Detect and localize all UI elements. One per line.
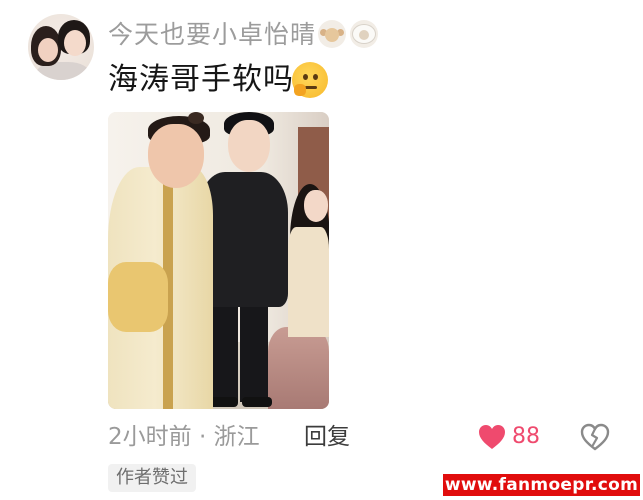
comment-item: 今天也要小卓怡晴 海涛哥手软吗 2小时前 · 浙江 回复 88 作者赞过 — [0, 0, 643, 500]
reply-button[interactable]: 回复 — [304, 422, 350, 452]
comment-photo[interactable] — [108, 112, 329, 409]
comment-time-location: 2小时前 · 浙江 — [108, 424, 260, 450]
sheep-icon — [350, 20, 378, 48]
like-button[interactable]: 88 — [478, 422, 540, 452]
monkey-icon — [318, 20, 346, 48]
thinking-face-icon — [292, 62, 328, 98]
username[interactable]: 今天也要小卓怡晴 — [108, 20, 316, 50]
avatar[interactable] — [28, 14, 94, 80]
comment-text: 海涛哥手软吗 — [108, 62, 294, 97]
like-count: 88 — [512, 424, 540, 449]
watermark: www.fanmoepr.com — [443, 474, 640, 496]
broken-heart-icon[interactable] — [580, 423, 610, 451]
author-liked-badge: 作者赞过 — [108, 464, 196, 492]
heart-icon — [478, 424, 506, 450]
